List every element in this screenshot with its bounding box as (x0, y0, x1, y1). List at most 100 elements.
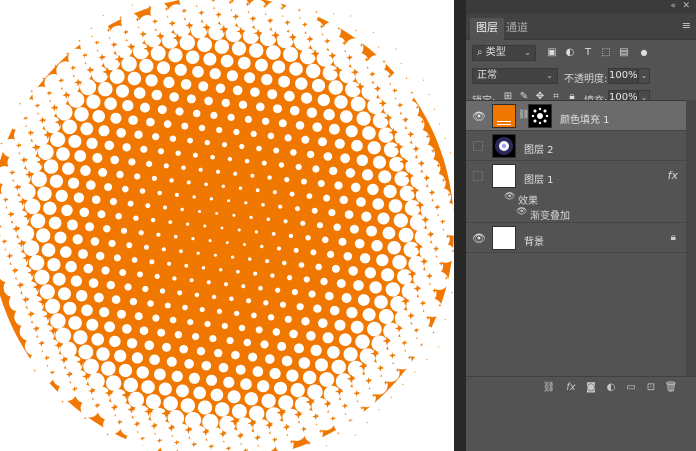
link-layers-icon[interactable]: ⛓︎ (542, 382, 556, 394)
halftone-dot (320, 277, 328, 286)
effect-item-row[interactable]: 👁︎ 渐变叠加 (466, 205, 686, 223)
halftone-dot (243, 243, 246, 246)
halftone-dot (80, 165, 91, 176)
halftone-dot (128, 391, 145, 408)
halftone-dot (255, 102, 265, 112)
halftone-dot (182, 304, 188, 311)
eye-icon[interactable]: 👁︎ (472, 233, 486, 245)
eye-icon[interactable]: 👁︎ (504, 192, 515, 202)
halftone-dot (209, 68, 221, 80)
eye-icon[interactable]: 👁︎ (472, 111, 486, 123)
layer-row-color-fill[interactable]: 👁︎ ⛓︎ 颜色填充 1 (466, 101, 686, 131)
halftone-dot (221, 98, 230, 108)
layers-scrollbar[interactable] (686, 100, 696, 380)
halftone-dot (131, 257, 138, 263)
panel-menu-icon[interactable]: ≡ (682, 19, 691, 32)
new-group-icon[interactable]: ▭ (624, 382, 638, 394)
layer-name[interactable]: 图层 1 (524, 171, 554, 186)
opacity-dropdown-icon[interactable]: ⌄ (638, 68, 650, 84)
halftone-dot (377, 212, 390, 225)
halftone-dot (345, 125, 358, 138)
halftone-dot (334, 138, 345, 149)
halftone-dot (157, 61, 170, 75)
document-canvas[interactable] (0, 0, 454, 451)
halftone-dot (238, 100, 248, 110)
halftone-dot (315, 358, 328, 372)
halftone-dot (23, 240, 40, 256)
halftone-dot (231, 350, 240, 360)
fx-icon[interactable]: fx (668, 169, 678, 182)
halftone-dot (91, 195, 101, 204)
double-chevron-left-icon[interactable]: « (670, 1, 676, 11)
halftone-dot (316, 222, 324, 229)
halftone-dot (244, 392, 258, 406)
halftone-dot (211, 294, 217, 300)
halftone-sparkle (106, 433, 110, 437)
halftone-dot (232, 85, 243, 96)
halftone-dot (306, 331, 316, 341)
halftone-dot (132, 43, 150, 60)
halftone-dot (387, 241, 401, 255)
halftone-dot (127, 71, 142, 86)
halftone-dot (289, 62, 303, 76)
layer-name[interactable]: 背景 (524, 233, 544, 248)
new-layer-icon[interactable]: ⊡ (644, 382, 658, 394)
visibility-toggle[interactable] (473, 171, 483, 181)
halftone-dot (301, 317, 310, 326)
halftone-dot (159, 288, 166, 294)
layer-row-layer-2[interactable]: 图层 2 (466, 131, 686, 161)
halftone-dot (99, 307, 110, 318)
halftone-dot (256, 145, 262, 152)
halftone-dot (62, 119, 77, 135)
halftone-dot (373, 155, 386, 169)
halftone-dot (266, 45, 281, 60)
layer-name[interactable]: 颜色填充 1 (560, 111, 610, 126)
halftone-dot (240, 378, 252, 391)
eye-icon[interactable]: 👁︎ (516, 207, 527, 217)
halftone-dot (139, 326, 149, 336)
halftone-dot (78, 344, 94, 360)
halftone-dot (55, 327, 72, 344)
layer-row-background[interactable]: 👁︎ 背景 🔒︎ (466, 223, 686, 253)
halftone-dot (168, 48, 183, 63)
halftone-dot (111, 295, 121, 304)
effects-group-row[interactable]: 👁︎ 效果 (466, 191, 686, 207)
delete-layer-icon[interactable]: 🗑︎ (664, 382, 678, 394)
type-layer-filter-icon[interactable]: T (582, 47, 594, 59)
halftone-dot (157, 148, 165, 155)
opacity-input[interactable]: 100% (608, 68, 638, 84)
halftone-dot (382, 226, 396, 240)
halftone-dot (237, 228, 241, 232)
halftone-dot (108, 239, 116, 247)
filter-toggle-icon[interactable]: ● (638, 47, 650, 59)
adjustment-layer-filter-icon[interactable]: ◐ (564, 47, 576, 59)
halftone-dot (98, 81, 113, 97)
blend-mode-select[interactable]: 正常 ⌄ (472, 68, 558, 84)
add-mask-icon[interactable]: ◙ (584, 382, 598, 394)
halftone-dot (126, 242, 133, 249)
halftone-dot (274, 381, 287, 395)
layer-mask-thumbnail[interactable] (528, 104, 552, 128)
shape-layer-filter-icon[interactable]: ⬚ (600, 47, 612, 59)
add-layer-style-icon[interactable]: fx (564, 382, 578, 394)
pixel-layer-filter-icon[interactable]: ▣ (546, 47, 558, 59)
new-adjustment-layer-icon[interactable]: ◐ (604, 382, 618, 394)
tab-channels[interactable]: 通道 (500, 18, 534, 40)
close-icon[interactable]: ✕ (682, 1, 690, 11)
halftone-dot (238, 186, 243, 190)
halftone-dot (88, 278, 99, 288)
tab-layers[interactable]: 图层 (470, 18, 504, 40)
halftone-dot (116, 128, 126, 138)
visibility-toggle[interactable] (473, 141, 483, 151)
halftone-dot (122, 324, 132, 334)
smart-object-filter-icon[interactable]: ▤ (618, 47, 630, 59)
halftone-sparkle (83, 416, 87, 420)
layer-row-layer-1[interactable]: 图层 1 fx (466, 161, 686, 191)
halftone-dot (284, 134, 292, 142)
halftone-sparkle (428, 93, 431, 96)
halftone-sparkle (332, 12, 335, 15)
layer-name[interactable]: 图层 2 (524, 141, 554, 156)
layer-filter-select[interactable]: ⌕ 类型 ⌄ (472, 45, 536, 61)
halftone-sparkle (372, 31, 375, 34)
halftone-dot (346, 307, 358, 319)
